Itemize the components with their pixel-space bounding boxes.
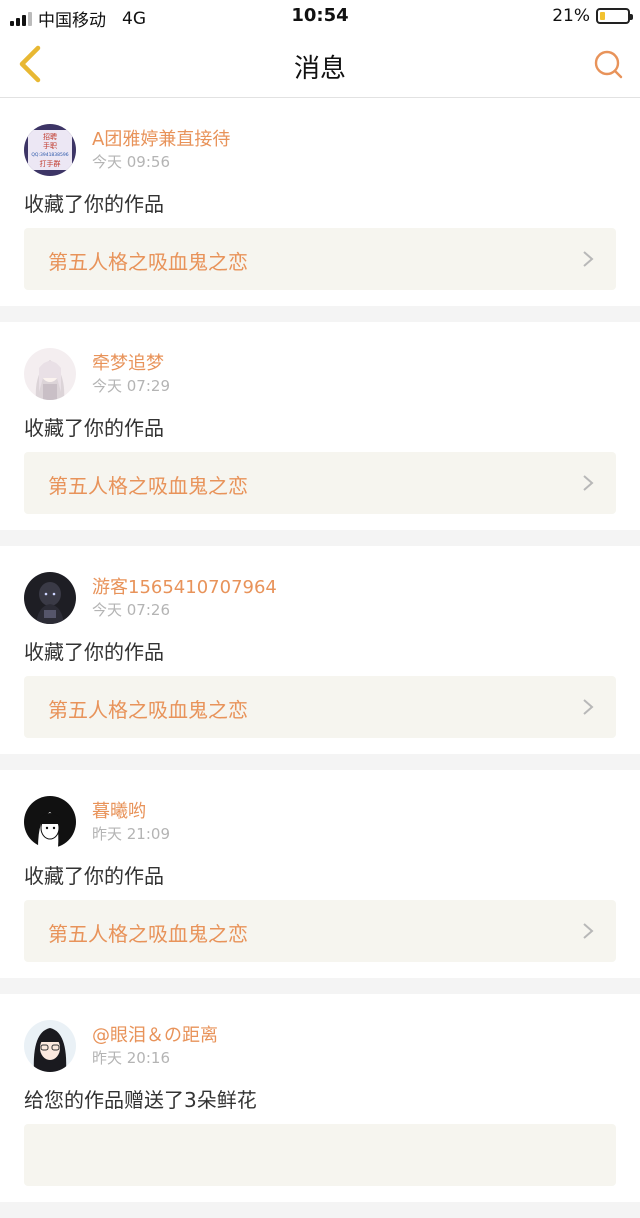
message-text: 收藏了你的作品 (24, 416, 164, 440)
avatar-image (24, 572, 76, 624)
battery-percent: 21% (552, 6, 590, 26)
chevron-right-icon (583, 475, 594, 491)
work-title: 第五人格之吸血鬼之恋 (48, 698, 248, 722)
battery-fill (600, 12, 605, 20)
username[interactable]: @眼泪＆の距离 (92, 1021, 218, 1047)
notification-card: @眼泪＆の距离 昨天 20:16 给您的作品赠送了3朵鲜花 (0, 994, 640, 1202)
avatar[interactable]: 招聘 手职 QQ:3941838596 打手群 (24, 124, 76, 176)
avatar-text-line: 手职 (43, 141, 57, 150)
avatar[interactable] (24, 348, 76, 400)
notification-card: 游客1565410707964 今天 07:26 收藏了你的作品 第五人格之吸血… (0, 546, 640, 754)
avatar-text-line: 打手群 (40, 159, 61, 168)
network-label: 4G (122, 8, 146, 29)
chevron-right-icon (583, 923, 594, 939)
status-bar: 中国移动 4G 10:54 21% (0, 0, 640, 32)
avatar-text-line: QQ:3941838596 (31, 152, 68, 158)
avatar-image: 招聘 手职 QQ:3941838596 打手群 (24, 124, 76, 176)
username[interactable]: 暮曦哟 (92, 797, 146, 823)
avatar[interactable] (24, 572, 76, 624)
status-left: 中国移动 4G (10, 6, 146, 31)
notification-feed: 招聘 手职 QQ:3941838596 打手群 A团雅婷兼直接待 今天 09:5… (0, 98, 640, 1218)
avatar-image (24, 1020, 76, 1072)
nav-bar: 消息 (0, 32, 640, 98)
carrier-label: 中国移动 (38, 11, 106, 31)
avatar[interactable] (24, 796, 76, 848)
work-link[interactable]: 第五人格之吸血鬼之恋 (24, 228, 616, 290)
message-text: 给您的作品赠送了3朵鲜花 (24, 1088, 257, 1112)
work-title: 第五人格之吸血鬼之恋 (48, 922, 248, 946)
timestamp: 昨天 20:16 (92, 1049, 170, 1067)
page-title: 消息 (293, 54, 346, 84)
work-link[interactable]: 第五人格之吸血鬼之恋 (24, 676, 616, 738)
notification-card: 牵梦追梦 今天 07:29 收藏了你的作品 第五人格之吸血鬼之恋 (0, 322, 640, 530)
username[interactable]: 游客1565410707964 (92, 573, 277, 599)
chevron-right-icon (583, 699, 594, 715)
work-title: 第五人格之吸血鬼之恋 (48, 474, 248, 498)
back-arrow-graphic (19, 45, 41, 83)
avatar-text-line: 招聘 (43, 132, 57, 141)
signal-icon (10, 11, 32, 26)
avatar[interactable] (24, 1020, 76, 1072)
search-icon[interactable] (592, 48, 626, 82)
timestamp: 今天 09:56 (92, 153, 170, 171)
notification-card: 暮曦哟 昨天 21:09 收藏了你的作品 第五人格之吸血鬼之恋 (0, 770, 640, 978)
battery-icon (596, 8, 633, 24)
search-graphic (594, 50, 623, 79)
status-right: 21% (552, 6, 633, 26)
work-link[interactable] (24, 1124, 616, 1186)
message-text: 收藏了你的作品 (24, 864, 164, 888)
timestamp: 今天 07:26 (92, 601, 170, 619)
message-text: 收藏了你的作品 (24, 640, 164, 664)
work-link[interactable]: 第五人格之吸血鬼之恋 (24, 452, 616, 514)
avatar-image (24, 796, 76, 848)
timestamp: 昨天 21:09 (92, 825, 170, 843)
avatar-image (24, 348, 76, 400)
username[interactable]: 牵梦追梦 (92, 349, 164, 375)
chevron-left-icon[interactable] (14, 44, 46, 84)
chevron-right-icon (583, 251, 594, 267)
notification-card: 招聘 手职 QQ:3941838596 打手群 A团雅婷兼直接待 今天 09:5… (0, 98, 640, 306)
username[interactable]: A团雅婷兼直接待 (92, 125, 230, 151)
work-title: 第五人格之吸血鬼之恋 (48, 250, 248, 274)
timestamp: 今天 07:29 (92, 377, 170, 395)
work-link[interactable]: 第五人格之吸血鬼之恋 (24, 900, 616, 962)
message-text: 收藏了你的作品 (24, 192, 164, 216)
